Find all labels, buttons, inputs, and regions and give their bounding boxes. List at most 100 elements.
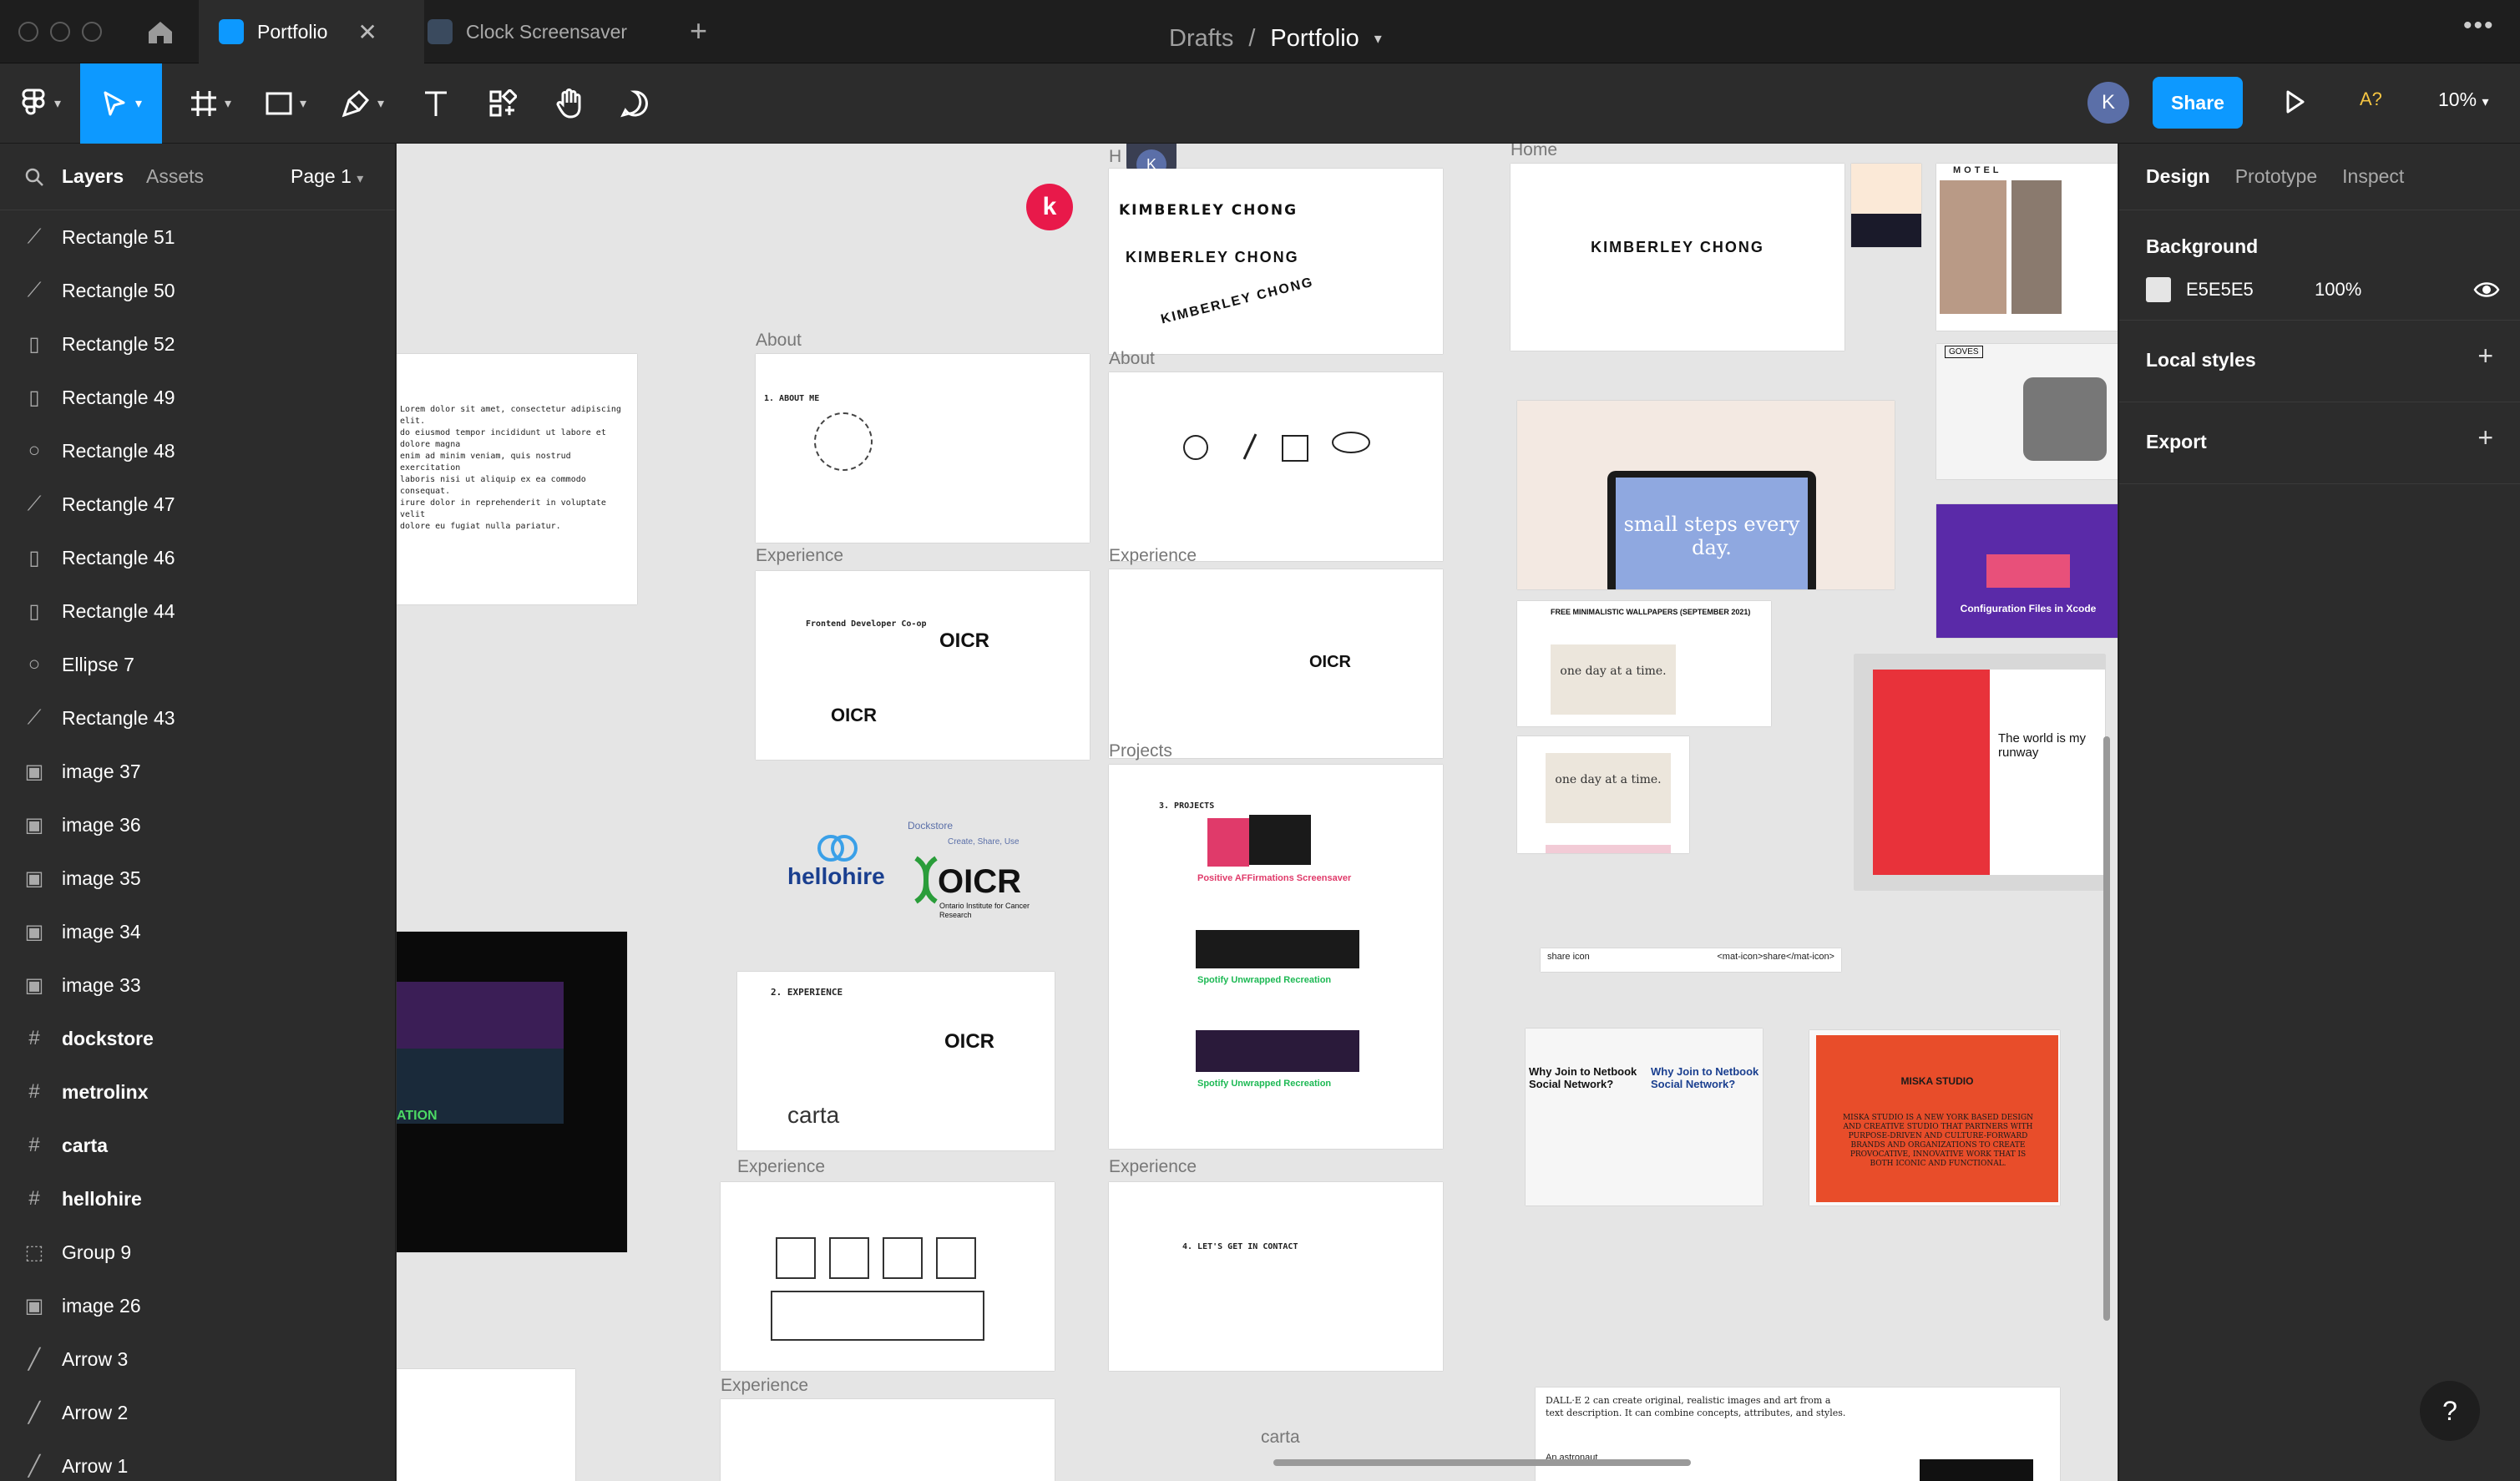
layer-row[interactable]: ▣ image 36 (0, 798, 395, 852)
shape-tool-button[interactable]: ▾ (252, 63, 319, 144)
layer-row[interactable]: ⟋ Rectangle 51 (0, 210, 395, 264)
opacity-input[interactable]: 100% (2315, 279, 2361, 301)
small-steps-frame[interactable]: small steps every day. (1517, 401, 1895, 589)
layer-row[interactable]: ▯ Rectangle 44 (0, 584, 395, 638)
share-button[interactable]: Share (2153, 77, 2243, 129)
frame-label-home-cut[interactable]: H (1109, 147, 1121, 167)
share-icon-snippet[interactable]: share icon <mat-icon>share</mat-icon> (1541, 948, 1841, 972)
home-frame-1[interactable]: KIMBERLEY CHONG KIMBERLEY CHONG KIMBERLE… (1109, 169, 1443, 354)
layer-row[interactable]: ⟋ Rectangle 47 (0, 478, 395, 531)
breadcrumb-drafts[interactable]: Drafts (1169, 25, 1233, 53)
miska-frame[interactable]: MISKA STUDIO MISKA STUDIO IS A NEW YORK … (1809, 1030, 2060, 1206)
layer-row[interactable]: ⬚ Group 9 (0, 1226, 395, 1279)
frame-label-projects[interactable]: Projects (1109, 741, 1172, 761)
color-hex-input[interactable]: E5E5E5 (2186, 279, 2254, 301)
about-frame-1[interactable]: 1. ABOUT ME (756, 354, 1090, 543)
layer-row[interactable]: # hellohire (0, 1172, 395, 1226)
font-warning-icon[interactable]: A? (2360, 88, 2382, 110)
dockstore-logo[interactable]: Dockstore Create, Share, Use (908, 818, 1020, 848)
frame-label-experience[interactable]: Experience (721, 1376, 808, 1396)
tab-layers[interactable]: Layers (62, 165, 124, 188)
pen-tool-button[interactable]: ▾ (329, 63, 396, 144)
close-icon[interactable]: ✕ (357, 18, 377, 46)
frame-label-experience[interactable]: Experience (756, 546, 843, 566)
tab-inspect[interactable]: Inspect (2342, 165, 2404, 188)
tab-prototype[interactable]: Prototype (2235, 165, 2317, 188)
add-export-plus-icon[interactable]: + (2477, 422, 2493, 453)
tab-design[interactable]: Design (2146, 165, 2210, 188)
resources-button[interactable] (478, 63, 528, 144)
frame-label-about[interactable]: About (756, 331, 802, 351)
home-frame-2[interactable]: KIMBERLEY CHONG (1510, 164, 1844, 351)
experience-frame-5[interactable]: OICR (1109, 569, 1443, 758)
layer-row[interactable]: ⟋ Rectangle 50 (0, 264, 395, 317)
about-frame-partial[interactable]: Lorem dolor sit amet, consectetur adipis… (397, 354, 637, 604)
layer-row[interactable]: ▣ image 33 (0, 958, 395, 1012)
layer-row[interactable]: # dockstore (0, 1012, 395, 1065)
frame-label-experience[interactable]: Experience (1109, 546, 1197, 566)
move-tool-button[interactable]: ▾ (80, 63, 162, 144)
layer-row[interactable]: ▯ Rectangle 52 (0, 317, 395, 371)
layer-row[interactable]: ╱ Arrow 3 (0, 1332, 395, 1386)
avatar[interactable]: K (2087, 82, 2129, 124)
layer-row[interactable]: ╱ Arrow 1 (0, 1439, 395, 1481)
color-swatch[interactable] (2146, 277, 2171, 302)
main-menu-button[interactable]: ▾ (10, 63, 72, 144)
new-tab-plus-icon[interactable]: + (690, 13, 707, 48)
projects-frame[interactable]: 3. PROJECTS Positive AFFirmations Screen… (1109, 765, 1443, 1149)
experience-frame-partial[interactable] (397, 1369, 575, 1481)
page-selector[interactable]: Page 1 ▾ (291, 165, 363, 188)
layer-row[interactable]: ▯ Rectangle 49 (0, 371, 395, 424)
layer-row[interactable]: ▯ Rectangle 46 (0, 531, 395, 584)
tab-clock-screensaver[interactable]: Clock Screensaver (407, 0, 675, 63)
search-icon[interactable] (23, 166, 45, 188)
frame-label-about[interactable]: About (1109, 349, 1155, 369)
eye-icon[interactable] (2473, 279, 2500, 301)
netbook-frame[interactable]: Why Join to Netbook Social Network? Why … (1526, 1029, 1763, 1206)
experience-frame-3[interactable] (721, 1182, 1055, 1371)
vertical-scrollbar[interactable] (2103, 736, 2110, 1321)
frame-label-carta[interactable]: carta (1261, 1428, 1300, 1448)
hand-tool-button[interactable] (544, 63, 595, 144)
layer-row[interactable]: ▣ image 37 (0, 745, 395, 798)
experience-frame-4[interactable] (721, 1399, 1055, 1481)
close-window-button[interactable] (18, 22, 38, 42)
runway-frame-bg[interactable]: The world is my runway (1855, 655, 2105, 890)
chevron-down-icon[interactable]: ▾ (1374, 30, 1382, 48)
frame-label-experience[interactable]: Experience (1109, 1157, 1197, 1177)
wallpapers-frame[interactable]: FREE MINIMALISTIC WALLPAPERS (SEPTEMBER … (1517, 601, 1771, 726)
frame-label-experience[interactable]: Experience (737, 1157, 825, 1177)
zoom-window-button[interactable] (82, 22, 102, 42)
about-frame-2[interactable] (1109, 372, 1443, 561)
layer-row[interactable]: ▣ image 34 (0, 905, 395, 958)
layer-row[interactable]: ▣ image 35 (0, 852, 395, 905)
layer-row[interactable]: # carta (0, 1119, 395, 1172)
xcode-frame[interactable]: Configuration Files in Xcode (1936, 504, 2118, 638)
tab-portfolio[interactable]: Portfolio ✕ (199, 0, 424, 63)
text-tool-button[interactable] (411, 63, 461, 144)
add-style-plus-icon[interactable]: + (2477, 341, 2493, 372)
design-canvas[interactable]: Lorem dolor sit amet, consectetur adipis… (397, 144, 2118, 1481)
zoom-dropdown[interactable]: 10% ▾ (2438, 88, 2488, 111)
home-icon[interactable] (144, 15, 177, 48)
more-options-icon[interactable]: ••• (2463, 12, 2495, 40)
brand-logo-k[interactable]: k (1026, 184, 1073, 230)
motel-frame[interactable]: MOTEL (1936, 164, 2118, 331)
hellohire-logo[interactable]: hellohire (787, 833, 885, 890)
frame-label-home[interactable]: Home (1510, 144, 1557, 160)
one-day-frame[interactable]: one day at a time. (1517, 736, 1689, 853)
comment-tool-button[interactable] (610, 63, 660, 144)
dalle-frame[interactable]: DALL·E 2 can create original, realistic … (1536, 1387, 2060, 1481)
minimize-window-button[interactable] (50, 22, 70, 42)
help-button[interactable]: ? (2420, 1381, 2480, 1441)
frame-tool-button[interactable]: ▾ (177, 63, 244, 144)
experience-frame-1[interactable]: Frontend Developer Co-op OICR OICR (756, 571, 1090, 760)
contact-frame[interactable]: 4. LET'S GET IN CONTACT (1109, 1182, 1443, 1371)
present-play-icon[interactable] (2276, 83, 2313, 120)
layer-row[interactable]: ╱ Arrow 2 (0, 1386, 395, 1439)
file-name[interactable]: Portfolio (1270, 25, 1359, 53)
small-card-frame[interactable] (1851, 164, 1921, 247)
layer-row[interactable]: ○ Ellipse 7 (0, 638, 395, 691)
tv-frame[interactable]: GOVES (1936, 344, 2118, 479)
layer-row[interactable]: ⟋ Rectangle 43 (0, 691, 395, 745)
